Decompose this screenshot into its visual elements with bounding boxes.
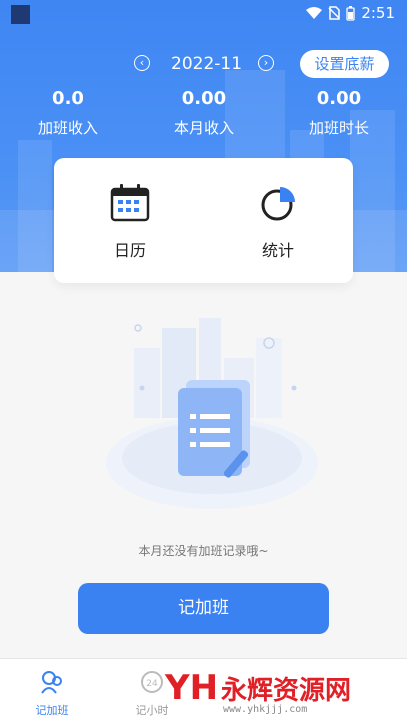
stat-value: 0.00 <box>316 88 362 109</box>
calendar-label: 日历 <box>113 241 146 260</box>
calendar-action[interactable]: 日历 <box>80 183 180 261</box>
battery-icon <box>346 5 355 21</box>
calendar-icon <box>110 184 150 222</box>
statistics-action[interactable]: 统计 <box>228 183 328 261</box>
status-icons: 2:51 <box>306 4 395 22</box>
watermark-url: www.yhkjjj.com <box>223 704 308 715</box>
log-overtime-button[interactable]: 记加班 <box>78 583 329 634</box>
set-base-salary-button[interactable]: 设置底薪 <box>300 50 389 78</box>
watermark-title: 永辉资源网 <box>221 676 352 706</box>
clock-time: 2:51 <box>361 4 395 22</box>
current-month: 2022-11 <box>171 54 243 74</box>
svg-text:24: 24 <box>146 679 158 689</box>
stat-monthly-income: 0.00 本月收入 <box>149 88 259 138</box>
stat-overtime-income: 0.0 加班收入 <box>13 88 123 138</box>
chevron-right-icon[interactable]: › <box>258 55 274 71</box>
quick-actions-card: 日历 统计 <box>54 158 353 283</box>
statistics-label: 统计 <box>261 241 294 260</box>
site-watermark: YH 永辉资源网 www.yhkjjj.com <box>165 664 407 724</box>
app-notification-icon <box>11 5 30 24</box>
chevron-left-icon[interactable]: ‹ <box>134 55 150 71</box>
stat-overtime-hours: 0.00 加班时长 <box>284 88 394 138</box>
empty-state-illustration <box>104 318 322 518</box>
pie-chart-icon <box>261 187 295 221</box>
stat-label: 加班时长 <box>308 119 369 137</box>
tab-label: 记加班 <box>35 704 69 717</box>
watermark-logo-icon: YH <box>165 668 219 708</box>
stat-label: 加班收入 <box>37 119 98 137</box>
status-bar: 2:51 <box>0 0 407 28</box>
people-icon <box>41 671 62 694</box>
stat-value: 0.00 <box>181 88 227 109</box>
clock-24-icon: 24 <box>141 671 163 693</box>
stats-row: 0.0 加班收入 0.00 本月收入 0.00 加班时长 <box>0 88 407 140</box>
tab-overtime[interactable]: 记加班 <box>12 669 92 718</box>
stat-value: 0.0 <box>52 88 84 109</box>
stat-label: 本月收入 <box>173 119 234 137</box>
wifi-icon <box>306 6 323 19</box>
no-sim-icon <box>328 6 341 20</box>
empty-state-message: 本月还没有加班记录哦~ <box>138 544 269 558</box>
